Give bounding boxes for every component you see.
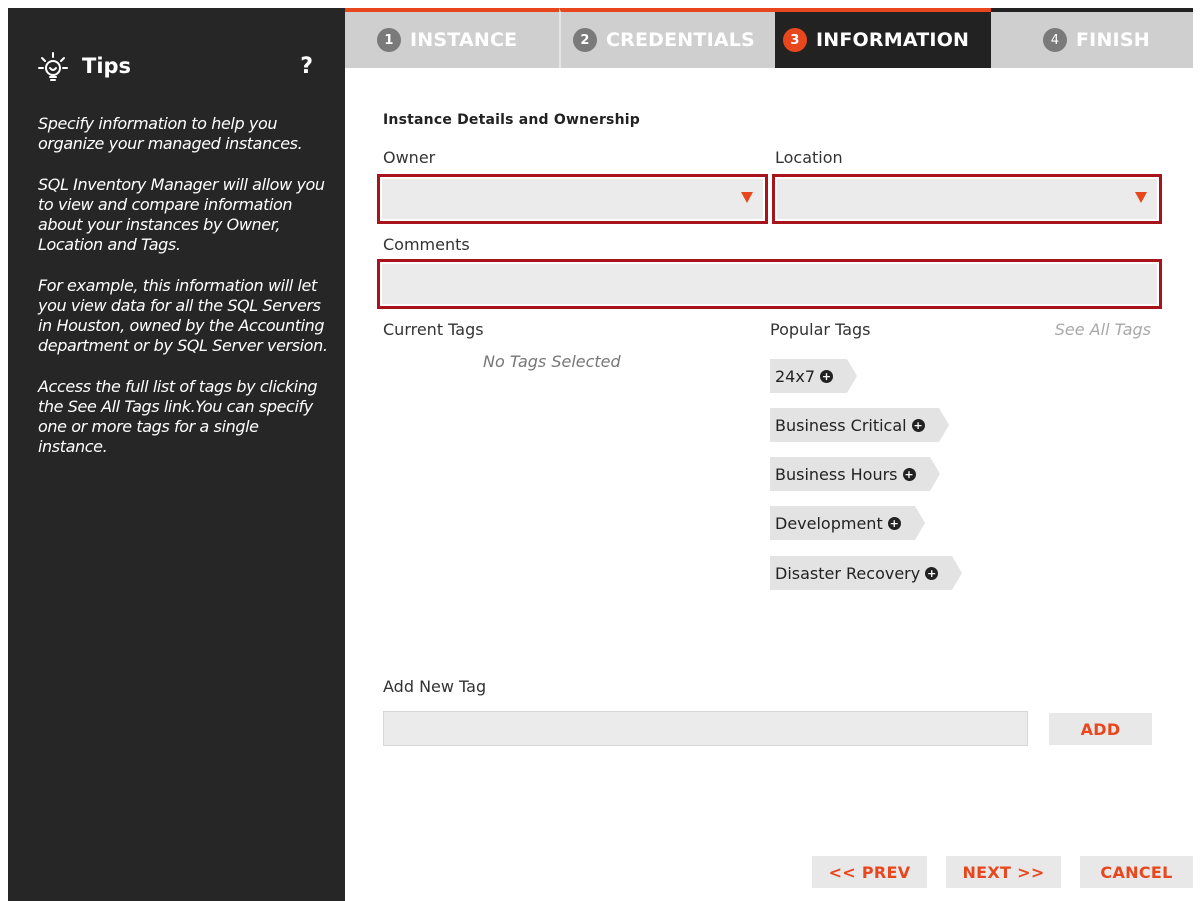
help-button[interactable]: ?: [300, 54, 313, 79]
location-label: Location: [775, 148, 843, 167]
tag-label: Disaster Recovery: [775, 563, 921, 583]
add-tag-icon: +: [911, 418, 925, 432]
tag-label: Development: [775, 513, 883, 533]
tab-instance[interactable]: 1 INSTANCE: [345, 8, 559, 68]
step-number-badge: 3: [783, 28, 807, 52]
tab-finish[interactable]: 4 FINISH: [991, 8, 1193, 68]
see-all-tags-link[interactable]: See All Tags: [1055, 320, 1151, 339]
add-new-tag-label: Add New Tag: [383, 677, 487, 696]
dropdown-arrow-icon: [741, 192, 753, 203]
new-tag-input[interactable]: [383, 711, 1028, 746]
tips-paragraph: For example, this information will let y…: [38, 276, 328, 355]
popular-tags-label: Popular Tags: [770, 320, 871, 339]
tips-sidebar: Tips ? Specify information to help you o…: [8, 8, 345, 901]
step-number-badge: 2: [573, 28, 597, 52]
add-tag-button[interactable]: ADD: [1049, 713, 1152, 745]
tab-information[interactable]: 3 INFORMATION: [775, 8, 991, 68]
no-tags-text: No Tags Selected: [483, 352, 621, 371]
wizard-tabs: 1 INSTANCE 2 CREDENTIALS 3 INFORMATION 4…: [345, 8, 1193, 68]
next-button[interactable]: NEXT >>: [946, 856, 1061, 888]
tab-label: FINISH: [1076, 29, 1150, 51]
step-number-badge: 1: [377, 28, 401, 52]
owner-label: Owner: [383, 148, 436, 167]
add-tag-icon: +: [902, 467, 916, 481]
section-title: Instance Details and Ownership: [383, 112, 640, 128]
tips-title: Tips: [82, 54, 132, 78]
popular-tag[interactable]: 24x7 +: [770, 359, 858, 393]
step-number-badge: 4: [1043, 28, 1067, 52]
dropdown-arrow-icon: [1135, 192, 1147, 203]
popular-tag[interactable]: Business Hours +: [770, 457, 940, 491]
tips-paragraph: SQL Inventory Manager will allow you to …: [38, 175, 325, 254]
location-select[interactable]: [772, 174, 1162, 224]
add-tag-icon: +: [925, 566, 939, 580]
comments-field[interactable]: [377, 259, 1162, 309]
tab-credentials[interactable]: 2 CREDENTIALS: [559, 8, 775, 68]
popular-tag[interactable]: Disaster Recovery +: [770, 556, 963, 590]
lightbulb-icon: [38, 52, 68, 84]
tag-label: Business Hours: [775, 464, 898, 484]
tab-label: CREDENTIALS: [606, 29, 755, 51]
comments-input[interactable]: [382, 264, 1157, 304]
tab-label: INFORMATION: [816, 29, 970, 51]
popular-tag[interactable]: Development +: [770, 506, 925, 540]
prev-button[interactable]: << PREV: [812, 856, 927, 888]
owner-select-value: [382, 179, 763, 219]
popular-tag[interactable]: Business Critical +: [770, 408, 949, 442]
tips-header: Tips ?: [38, 52, 313, 92]
comments-label: Comments: [383, 235, 470, 254]
add-tag-icon: +: [820, 369, 834, 383]
current-tags-label: Current Tags: [383, 320, 484, 339]
tag-label: Business Critical: [775, 415, 907, 435]
tab-label: INSTANCE: [410, 29, 518, 51]
cancel-button[interactable]: CANCEL: [1080, 856, 1193, 888]
location-select-value: [777, 179, 1157, 219]
add-tag-icon: +: [887, 516, 901, 530]
tag-label: 24x7: [775, 366, 816, 386]
information-form: Instance Details and Ownership Owner Loc…: [345, 68, 1193, 901]
tips-body: Specify information to help you organize…: [38, 114, 328, 478]
owner-select[interactable]: [377, 174, 768, 224]
tips-paragraph: Access the full list of tags by clicking…: [38, 377, 318, 456]
tips-paragraph: Specify information to help you organize…: [38, 114, 303, 153]
